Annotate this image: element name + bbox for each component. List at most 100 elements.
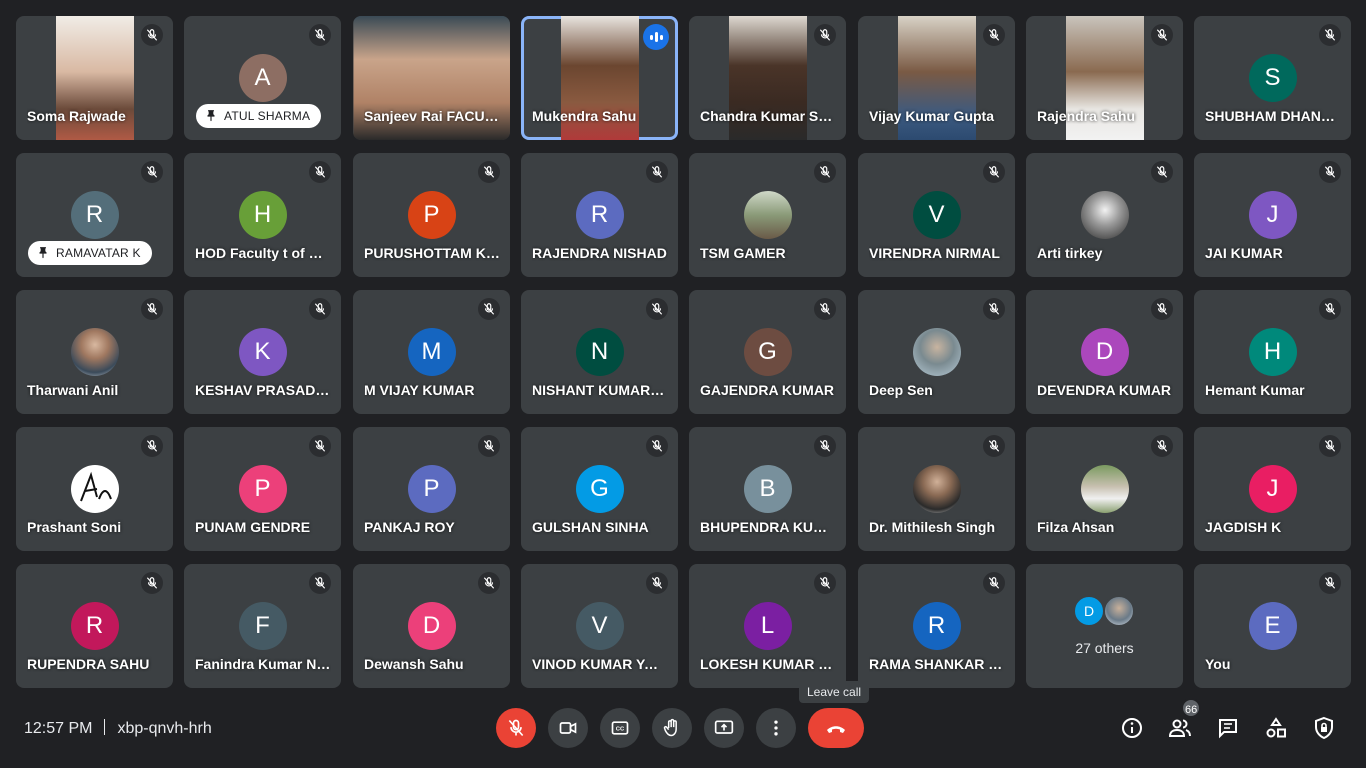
participant-name: Fanindra Kumar Nishad [195, 656, 331, 672]
participant-tile[interactable]: Vijay Kumar Gupta [858, 16, 1015, 140]
present-screen-button[interactable] [704, 708, 744, 748]
meeting-info: 12:57 PM xbp-qnvh-hrh [24, 719, 212, 738]
avatar: P [407, 465, 456, 513]
participant-tile[interactable]: Dr. Mithilesh Singh [858, 427, 1015, 551]
participant-name: PUNAM GENDRE [195, 519, 311, 535]
mic-off-icon [1319, 572, 1341, 594]
avatar: R [70, 191, 119, 239]
participant-tile[interactable]: G GAJENDRA KUMAR [689, 290, 846, 414]
chat-button[interactable] [1216, 716, 1240, 740]
participant-name: Filza Ahsan [1037, 519, 1115, 535]
others-tile[interactable]: D 27 others [1026, 564, 1183, 688]
people-button[interactable] [1168, 716, 1192, 740]
participant-tile[interactable]: R RUPENDRA SAHU [16, 564, 173, 688]
participant-tile[interactable]: F Fanindra Kumar Nishad [184, 564, 341, 688]
participant-name: NISHANT KUMAR SAHU [532, 382, 668, 398]
participant-tile[interactable]: P PANKAJ ROY [353, 427, 510, 551]
avatar: D [407, 602, 456, 650]
others-count-label: 27 others [1075, 640, 1134, 656]
avatar: J [1248, 191, 1297, 239]
participant-tile[interactable]: V VIRENDRA NIRMAL [858, 153, 1015, 277]
participant-name: LOKESH KUMAR SAHU [700, 656, 836, 672]
avatar-photo [912, 328, 961, 376]
host-controls-button[interactable] [1312, 716, 1336, 740]
participant-tile[interactable]: Sanjeev Rai FACULTY [353, 16, 510, 140]
mic-off-icon [309, 298, 331, 320]
activities-icon [1266, 717, 1286, 738]
captions-button[interactable]: CC [600, 708, 640, 748]
participant-tile[interactable]: Prashant Soni [16, 427, 173, 551]
participant-tile[interactable]: A ATUL SHARMA [184, 16, 341, 140]
participant-tile[interactable]: J JAGDISH K [1194, 427, 1351, 551]
participant-tile[interactable]: Filza Ahsan [1026, 427, 1183, 551]
participant-tile[interactable]: D DEVENDRA KUMAR [1026, 290, 1183, 414]
meeting-details-button[interactable] [1120, 716, 1144, 740]
svg-text:CC: CC [616, 727, 625, 733]
participant-tile[interactable]: P PUNAM GENDRE [184, 427, 341, 551]
leave-call-button[interactable] [808, 708, 864, 748]
participant-name: TSM GAMER [700, 245, 786, 261]
participant-grid: Soma Rajwade A ATUL SHARMA Sanjeev Rai F… [16, 16, 1354, 688]
participant-name: BHUPENDRA KUMAR [700, 519, 836, 535]
participant-tile[interactable]: R RAJENDRA NISHAD [521, 153, 678, 277]
activities-button[interactable] [1264, 716, 1288, 740]
participant-tile[interactable]: V VINOD KUMAR YADAV [521, 564, 678, 688]
mic-off-icon [478, 161, 500, 183]
participant-tile[interactable]: M M VIJAY KUMAR [353, 290, 510, 414]
avatar: V [575, 602, 624, 650]
participant-tile[interactable]: TSM GAMER [689, 153, 846, 277]
participant-tile[interactable]: Chandra Kumar Sahu [689, 16, 846, 140]
participant-tile[interactable]: Mukendra Sahu [521, 16, 678, 140]
participant-tile[interactable]: Deep Sen [858, 290, 1015, 414]
participant-tile[interactable]: L LOKESH KUMAR SAHU [689, 564, 846, 688]
camera-toggle-button[interactable] [548, 708, 588, 748]
participant-tile[interactable]: K KESHAV PRASAD SAHU [184, 290, 341, 414]
mic-off-icon [1319, 435, 1341, 457]
avatar-photo [1080, 191, 1129, 239]
mic-off-icon [814, 298, 836, 320]
participant-tile[interactable]: D Dewansh Sahu [353, 564, 510, 688]
participant-tile[interactable]: Soma Rajwade [16, 16, 173, 140]
participant-tile[interactable]: S SHUBHAM DHANKAR [1194, 16, 1351, 140]
avatar-photo [1103, 595, 1135, 627]
avatar: H [1248, 328, 1297, 376]
avatar: B [743, 465, 792, 513]
participant-tile[interactable]: P PURUSHOTTAM KUMAR [353, 153, 510, 277]
participant-name: JAI KUMAR [1205, 245, 1283, 261]
participant-tile[interactable]: J JAI KUMAR [1194, 153, 1351, 277]
participant-tile[interactable]: H Hemant Kumar [1194, 290, 1351, 414]
participant-tile[interactable]: N NISHANT KUMAR SAHU [521, 290, 678, 414]
mic-off-icon [1319, 24, 1341, 46]
mic-off-icon [1151, 24, 1173, 46]
mic-off-icon [983, 435, 1005, 457]
participant-name: RUPENDRA SAHU [27, 656, 150, 672]
participant-tile[interactable]: Arti tirkey [1026, 153, 1183, 277]
chat-icon [1219, 719, 1237, 739]
participant-tile[interactable]: B BHUPENDRA KUMAR [689, 427, 846, 551]
people-icon [1168, 719, 1191, 737]
mic-off-icon [478, 572, 500, 594]
avatar: G [743, 328, 792, 376]
participant-tile[interactable]: R RAMAVATAR K [16, 153, 173, 277]
participant-name: KESHAV PRASAD SAHU [195, 382, 331, 398]
participant-tile[interactable]: H HOD Faculty t of Education [184, 153, 341, 277]
participant-name: RAMAVATAR K [56, 246, 141, 260]
meeting-code: xbp-qnvh-hrh [117, 720, 212, 737]
participant-name: PANKAJ ROY [364, 519, 455, 535]
avatar-photo [912, 465, 961, 513]
pin-icon [207, 110, 215, 122]
participant-name: Tharwani Anil [27, 382, 119, 398]
participant-name: DEVENDRA KUMAR [1037, 382, 1172, 398]
participant-name: Hemant Kumar [1205, 382, 1305, 398]
more-options-button[interactable] [756, 708, 796, 748]
avatar: V [912, 191, 961, 239]
mic-off-icon [478, 298, 500, 320]
avatar-photo [1080, 465, 1129, 513]
participant-tile[interactable]: R RAMA SHANKAR SAHU [858, 564, 1015, 688]
self-tile[interactable]: E You [1194, 564, 1351, 688]
participant-tile[interactable]: G GULSHAN SINHA [521, 427, 678, 551]
participant-tile[interactable]: Rajendra Sahu [1026, 16, 1183, 140]
microphone-toggle-button[interactable] [496, 708, 536, 748]
raise-hand-button[interactable] [652, 708, 692, 748]
participant-tile[interactable]: Tharwani Anil [16, 290, 173, 414]
